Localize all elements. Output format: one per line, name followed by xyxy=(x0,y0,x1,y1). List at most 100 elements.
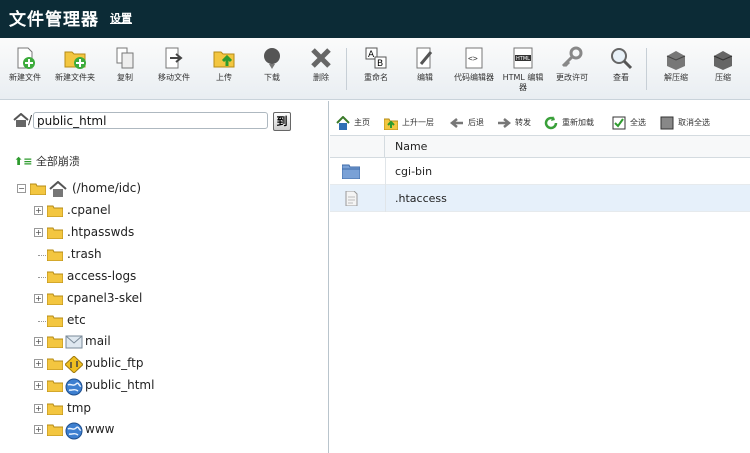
checkbox-checked-icon xyxy=(612,116,626,129)
new-file-icon xyxy=(17,47,35,69)
rename-button[interactable]: AB 重命名 xyxy=(354,46,398,83)
collapse-all-link[interactable]: ⬆≡ 全部崩溃 xyxy=(14,153,80,169)
download-button[interactable]: 下载 xyxy=(250,46,294,83)
tree-item[interactable]: + mail xyxy=(34,333,314,351)
download-icon xyxy=(264,48,280,69)
folder-icon xyxy=(47,293,63,305)
tree-connector xyxy=(38,321,46,322)
delete-button[interactable]: 删除 xyxy=(299,46,343,83)
tree-item[interactable]: + .cpanel xyxy=(34,202,314,220)
permissions-button[interactable]: 更改许可 xyxy=(550,46,594,83)
expand-toggle[interactable]: + xyxy=(34,206,43,215)
code-editor-button[interactable]: <> 代码编辑器 xyxy=(452,46,496,83)
tree-item[interactable]: + cpanel3-skel xyxy=(34,290,314,308)
globe-icon xyxy=(65,422,83,440)
expand-toggle[interactable]: + xyxy=(34,404,43,413)
extract-icon xyxy=(666,51,686,70)
expand-toggle[interactable]: + xyxy=(34,294,43,303)
reload-button[interactable]: 重新加载 xyxy=(544,113,594,133)
folder-icon xyxy=(47,380,63,392)
home-label: 主页 xyxy=(354,118,370,127)
upload-icon xyxy=(213,51,235,68)
folder-icon xyxy=(47,249,63,261)
copy-icon xyxy=(116,47,134,69)
tree-item[interactable]: + tmp xyxy=(34,400,314,418)
nav-bar: 主页 上升一层 后退 转发 重新加载 全选 取消全选 xyxy=(330,113,750,133)
file-icon xyxy=(345,191,358,206)
svg-text:B: B xyxy=(377,59,383,69)
column-divider xyxy=(385,185,386,212)
tree-item-label: access-logs xyxy=(67,269,137,283)
forward-button[interactable]: 转发 xyxy=(497,113,531,133)
compress-icon xyxy=(713,51,733,70)
tree-connector xyxy=(38,277,46,278)
svg-text:A: A xyxy=(368,50,375,60)
collapse-toggle[interactable]: − xyxy=(17,184,26,193)
expand-toggle[interactable]: + xyxy=(34,359,43,368)
forward-label: 转发 xyxy=(515,118,531,127)
back-button[interactable]: 后退 xyxy=(450,113,484,133)
home-button[interactable]: 主页 xyxy=(336,113,370,133)
svg-text:<>: <> xyxy=(468,54,478,63)
tree-item[interactable]: .trash xyxy=(34,246,314,264)
folder-up-icon xyxy=(384,118,398,130)
globe-icon xyxy=(65,378,83,396)
table-header: Name xyxy=(330,135,750,158)
upload-label: 上传 xyxy=(216,73,232,82)
html-editor-icon: HTML xyxy=(513,47,533,69)
up-one-level-button[interactable]: 上升一层 xyxy=(384,113,434,133)
tree-item[interactable]: etc xyxy=(34,312,314,330)
download-label: 下载 xyxy=(264,73,280,82)
expand-toggle[interactable]: + xyxy=(34,425,43,434)
expand-toggle[interactable]: + xyxy=(34,381,43,390)
tree-item-label: .cpanel xyxy=(67,203,111,217)
html-editor-button[interactable]: HTML HTML 编辑器 xyxy=(501,46,545,93)
move-button[interactable]: 移动文件 xyxy=(152,46,196,83)
settings-link[interactable]: 设置 xyxy=(110,10,132,26)
folder-icon xyxy=(47,336,63,348)
go-button[interactable]: 到 xyxy=(273,112,291,131)
forward-arrow-icon xyxy=(498,117,511,128)
select-all-button[interactable]: 全选 xyxy=(612,113,646,133)
tree-item[interactable]: + www xyxy=(34,421,314,440)
tree-item-label: tmp xyxy=(67,401,92,415)
folder-tree-pane: / 到 ⬆≡ 全部崩溃 − (/home/idc) + .cpanel + .h… xyxy=(0,101,329,453)
extract-button[interactable]: 解压缩 xyxy=(654,46,698,83)
tree-item-label: cpanel3-skel xyxy=(67,291,143,305)
folder-icon xyxy=(47,403,63,415)
tree-item-label: etc xyxy=(67,313,86,327)
copy-label: 复制 xyxy=(117,73,133,82)
new-folder-label: 新建文件夹 xyxy=(55,73,95,82)
view-button[interactable]: 查看 xyxy=(599,46,643,83)
new-folder-button[interactable]: 新建文件夹 xyxy=(53,46,97,83)
unselect-all-button[interactable]: 取消全选 xyxy=(660,113,710,133)
file-name: cgi-bin xyxy=(395,165,433,178)
tree-item-label: public_ftp xyxy=(85,356,144,370)
path-input[interactable] xyxy=(33,112,268,129)
name-column-header[interactable]: Name xyxy=(395,140,427,153)
upload-button[interactable]: 上传 xyxy=(202,46,246,83)
compress-button[interactable]: 压缩 xyxy=(701,46,745,83)
compress-label: 压缩 xyxy=(715,73,731,82)
table-row[interactable]: cgi-bin xyxy=(330,158,750,185)
tree-root[interactable]: − (/home/idc) xyxy=(17,180,317,198)
expand-toggle[interactable]: + xyxy=(34,228,43,237)
edit-button[interactable]: 编辑 xyxy=(403,46,447,83)
rename-icon: AB xyxy=(365,47,387,69)
magnifier-icon xyxy=(611,48,633,70)
mail-icon xyxy=(65,335,83,349)
new-file-button[interactable]: 新建文件 xyxy=(3,46,47,83)
tree-item[interactable]: + public_html xyxy=(34,377,314,396)
tree-item[interactable]: + public_ftp xyxy=(34,355,314,373)
reload-label: 重新加载 xyxy=(562,118,594,127)
delete-label: 删除 xyxy=(313,73,329,82)
expand-toggle[interactable]: + xyxy=(34,337,43,346)
table-row[interactable]: .htaccess xyxy=(330,185,750,212)
tree-item[interactable]: + .htpasswds xyxy=(34,224,314,242)
rename-label: 重命名 xyxy=(364,73,388,82)
folder-icon xyxy=(47,271,63,283)
copy-button[interactable]: 复制 xyxy=(103,46,147,83)
tree-item[interactable]: access-logs xyxy=(34,268,314,286)
folder-icon xyxy=(47,227,63,239)
collapse-all-label: 全部崩溃 xyxy=(35,155,80,168)
